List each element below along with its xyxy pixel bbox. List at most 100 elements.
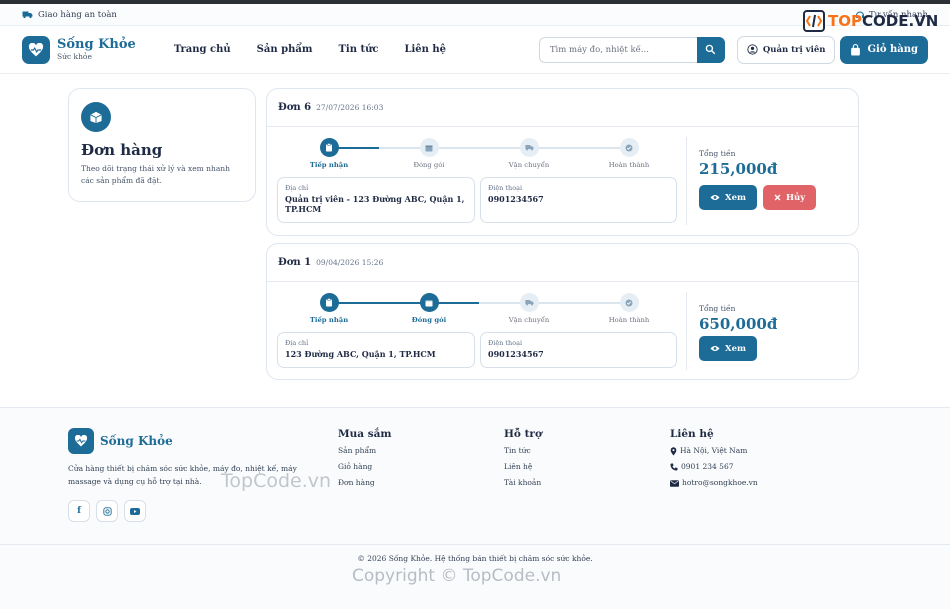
footer-contact-column: Liên hệ Hà Nội, Việt Nam 0901 234 567 ho… [670,428,758,488]
address-value: 123 Đường ABC, Quận 1, TP.HCM [285,349,436,359]
cart-button[interactable]: Giỏ hàng [840,35,928,64]
step-label: Tiếp nhận [309,316,349,324]
package-icon [419,138,439,157]
step-label: Đóng gói [411,316,447,324]
footer-link-products[interactable]: Sản phẩm [338,446,392,456]
total-value: 650,000đ [699,315,778,333]
order-actions: Xem Hủy [699,185,817,210]
truck-icon [22,11,33,19]
step-shipping: Vận chuyển [499,138,559,169]
truck-icon [519,138,539,157]
search-bar [538,36,725,63]
shipping-info: Giao hàng an toàn [22,10,117,20]
package-icon [419,293,439,312]
total-label: Tổng tiền [699,304,736,313]
nav-news[interactable]: Tin tức [338,44,378,55]
address-label: Địa chỉ [285,184,309,192]
footer-col-title: Hỗ trợ [504,428,542,440]
order-code: Đơn 1 [278,257,312,268]
order-header: Đơn 1 09/04/2026 15:26 [267,244,858,282]
step-label: Đóng gói [413,161,445,169]
step-packing: Đóng gói [399,293,459,324]
cancel-order-button[interactable]: Hủy [763,185,817,210]
order-card: Đơn 1 09/04/2026 15:26 Tiếp nhận Đóng gó… [266,243,859,380]
nav-home[interactable]: Trang chủ [174,44,231,55]
footer-link-orders[interactable]: Đơn hàng [338,478,392,488]
map-pin-icon [670,446,677,455]
divider [686,137,687,225]
total-value: 215,000đ [699,160,778,178]
admin-account-button[interactable]: Quản trị viên [736,35,836,64]
phone-value: 0901234567 [488,349,544,359]
order-date: 27/07/2026 16:03 [316,103,384,112]
address-box: Địa chỉ 123 Đường ABC, Quận 1, TP.HCM [277,332,475,368]
box-icon [81,102,111,132]
footer-link-account[interactable]: Tài khoản [504,478,542,488]
total-label: Tổng tiền [699,149,736,158]
step-completed: Hoàn thành [599,138,659,169]
address-label: Địa chỉ [285,339,309,347]
truck-icon [519,293,539,312]
search-input[interactable] [538,36,697,63]
order-actions: Xem [699,336,757,361]
brand-logo[interactable]: Sống Khỏe Sức khỏe [22,35,136,64]
shopping-bag-icon [851,43,861,55]
facebook-icon[interactable]: f [68,500,90,522]
step-received: Tiếp nhận [299,138,359,169]
site-header: Sống Khỏe Sức khỏe Trang chủ Sản phẩm Ti… [0,26,950,74]
eye-icon [710,195,720,200]
order-header: Đơn 6 27/07/2026 16:03 [267,89,858,127]
order-progress: Tiếp nhận Đóng gói Vận chuyển Hoàn thành [279,293,677,327]
brand-name: Sống Khỏe [57,37,136,52]
footer-link-contact[interactable]: Liên hệ [504,462,542,472]
search-button[interactable] [696,36,725,63]
footer-address: Hà Nội, Việt Nam [670,446,758,456]
step-shipping: Vận chuyển [499,293,559,324]
clipboard-icon [319,138,339,157]
page-title: Đơn hàng [81,141,163,159]
cancel-label: Hủy [786,192,806,203]
admin-label: Quản trị viên [762,44,826,55]
step-label: Vận chuyển [508,161,550,169]
instagram-icon[interactable] [96,500,118,522]
phone-label: Điện thoại [488,184,523,192]
topcode-logo-part-b: CODE.VN [861,12,939,30]
envelope-icon [670,479,679,487]
email-text[interactable]: hotro@songkhoe.vn [682,478,758,488]
address-text: Hà Nội, Việt Nam [680,446,748,455]
nav-products[interactable]: Sản phẩm [257,44,313,55]
step-completed: Hoàn thành [599,293,659,324]
step-received: Tiếp nhận [299,293,359,324]
check-circle-icon [619,293,639,312]
footer-logo[interactable]: Sống Khỏe [68,428,328,454]
view-order-button[interactable]: Xem [699,336,757,361]
copyright-text: © 2026 Sống Khỏe. Hệ thống bán thiết bị … [0,544,950,563]
footer-shop-column: Mua sắm Sản phẩm Giỏ hàng Đơn hàng [338,428,392,488]
heart-pulse-icon [22,35,50,64]
cart-label: Giỏ hàng [867,44,918,55]
footer-link-news[interactable]: Tin tức [504,446,542,456]
page-description: Theo dõi trạng thái xử lý và xem nhanh c… [81,164,230,185]
address-value: Quản trị viên - 123 Đường ABC, Quận 1, T… [285,194,465,214]
close-icon [774,194,781,201]
order-card: Đơn 6 27/07/2026 16:03 Tiếp nhận Đóng gó… [266,88,859,236]
topcode-logo-text: TOPCODE.VN [828,12,938,30]
step-packing: Đóng gói [399,138,459,169]
order-total: Tổng tiền 215,000đ [699,149,777,178]
phone-box: Điện thoại 0901234567 [480,332,677,368]
clipboard-icon [319,293,339,312]
phone-icon [670,463,678,471]
youtube-icon[interactable] [124,500,146,522]
view-order-button[interactable]: Xem [699,185,757,210]
footer-link-cart[interactable]: Giỏ hàng [338,462,392,472]
footer-brand-name: Sống Khỏe [100,434,173,448]
topcode-watermark-logo: TOPCODE.VN [803,10,938,32]
nav-contact[interactable]: Liên hệ [404,44,446,55]
step-label: Vận chuyển [508,316,550,324]
view-label: Xem [725,192,746,203]
topcode-logo-part-a: TOP [828,12,862,30]
topcode-logo-icon [803,10,825,32]
order-total: Tổng tiền 650,000đ [699,304,777,333]
step-label: Tiếp nhận [309,161,349,169]
eye-icon [710,346,720,351]
